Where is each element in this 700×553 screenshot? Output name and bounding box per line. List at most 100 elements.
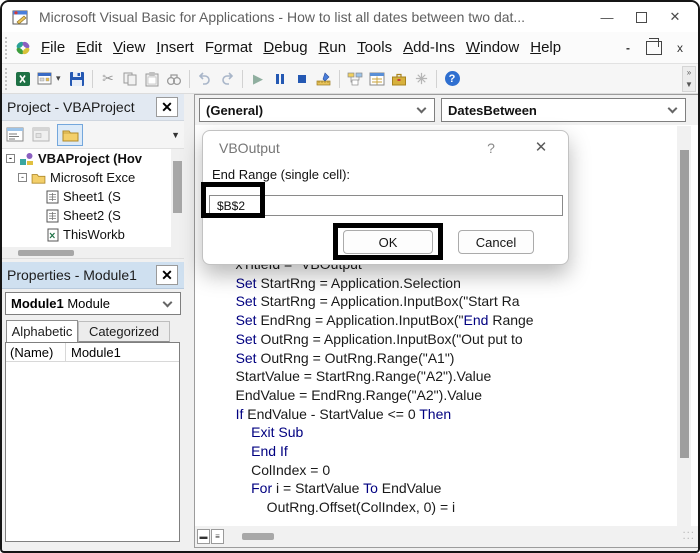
properties-grid: (Name) Module1 [5,342,180,542]
maximize-button[interactable] [624,4,658,30]
cancel-button-label: Cancel [475,234,517,250]
collapse-icon[interactable]: - [18,173,27,182]
tree-item-sheet2[interactable]: Sheet2 (S [2,206,184,225]
object-selector-dropdown[interactable]: Module1 Module [5,292,181,315]
mdi-close-button[interactable]: x [672,41,688,55]
paste-icon[interactable] [142,69,162,89]
tree-item-vbaproject[interactable]: - VBAProject (Hov [2,149,184,168]
toolbar-overflow-button[interactable]: » ▼ [682,66,696,92]
panel-dock-arrow-icon[interactable]: ▼ [171,130,180,140]
help-icon[interactable]: ? [442,69,462,89]
menu-item-window[interactable]: Window [466,37,519,58]
code-line: If EndValue - StartValue <= 0 Then [235,405,452,422]
break-icon[interactable] [270,69,290,89]
vba-app-icon [10,7,30,27]
dialog-close-button[interactable]: ✕ [529,138,553,156]
excel-objects-folder-icon [31,172,46,184]
code-line: End If [251,443,288,460]
tree-item-sheet1[interactable]: Sheet1 (S [2,187,184,206]
code-vertical-scrollbar[interactable] [677,126,691,526]
properties-window-icon[interactable] [367,69,387,89]
project-panel-toolbar: ▼ [2,121,184,149]
toggle-folders-icon[interactable] [57,123,83,146]
project-tree-vertical-scrollbar[interactable] [171,149,184,247]
project-explorer-icon[interactable] [345,69,365,89]
property-row-name[interactable]: (Name) Module1 [6,343,179,362]
menu-item-run[interactable]: Run [319,37,347,58]
view-code-icon[interactable] [5,125,25,145]
cancel-button[interactable]: Cancel [458,230,534,254]
redo-icon[interactable] [217,69,237,89]
menu-item-edit[interactable]: Edit [76,37,102,58]
insert-userform-icon[interactable] [35,69,55,89]
tree-item-thisworkbook[interactable]: ThisWorkb [2,225,184,244]
mdi-restore-button[interactable] [646,37,662,55]
properties-panel-close-button[interactable]: ✕ [156,265,178,285]
dialog-title: VBOutput [219,140,280,156]
menu-item-debug[interactable]: Debug [263,37,307,58]
menu-item-addins[interactable]: Add-Ins [403,37,455,58]
code-horizontal-scrollbar[interactable] [242,533,274,540]
find-icon[interactable] [164,69,184,89]
toolbox-icon[interactable] [389,69,409,89]
annotation-box-ok-button [333,223,443,260]
menu-item-help[interactable]: Help [530,37,561,58]
toolbar-grip-2[interactable] [5,67,8,90]
excel-icon[interactable] [13,69,33,89]
object-name: Module1 [11,296,64,311]
tree-item-label: Microsoft Exce [50,170,136,185]
menu-item-file[interactable]: File [41,37,65,58]
view-object-icon[interactable] [31,125,51,145]
undo-icon[interactable] [195,69,215,89]
menu-item-insert[interactable]: Insert [156,37,194,58]
code-line: Set OutRng = Application.InputBox("Out p… [235,330,523,347]
menu-item-tools[interactable]: Tools [357,37,392,58]
mdi-minimize-button[interactable]: - [620,41,636,55]
tree-item-excel-objects[interactable]: - Microsoft Exce [2,168,184,187]
reset-icon[interactable] [292,69,312,89]
project-panel-close-button[interactable]: ✕ [156,97,178,117]
code-line: Exit Sub [251,424,304,441]
run-icon[interactable]: ▶ [248,69,268,89]
code-line: OutRng.Offset(ColIndex, 0) = i [220,499,456,516]
procedure-dropdown-value: DatesBetween [448,102,537,118]
dialog-help-button[interactable]: ? [481,140,501,156]
code-line: Set OutRng = OutRng.Range("A1") [235,349,455,366]
copy-icon[interactable] [120,69,140,89]
toolbar-grip[interactable] [5,36,8,59]
code-line: Set StartRng = Application.Selection [235,274,461,291]
code-line: StartValue = StartRng.Range("A2").Value [220,368,492,385]
chevron-down-icon [162,297,173,307]
project-tree-horizontal-scrollbar[interactable] [2,247,184,259]
vba-editor-window: Microsoft Visual Basic for Applications … [0,0,700,553]
tab-label: Alphabetic [11,324,73,339]
minimize-button[interactable]: — [590,4,624,30]
title-bar: Microsoft Visual Basic for Applications … [2,2,698,32]
mdi-window-controls: - x [620,37,698,55]
tab-alphabetic[interactable]: Alphabetic [6,320,78,342]
project-panel-header: Project - VBAProject ✕ [2,94,184,121]
menu-item-format[interactable]: Format [205,37,253,58]
tree-item-label: Sheet1 (S [63,189,121,204]
tab-categorized[interactable]: Categorized [78,321,170,342]
object-browser-icon[interactable] [411,69,431,89]
resize-grip-icon[interactable]: ⁚⁚⁚ [682,531,695,542]
annotation-box-input-value [201,182,265,218]
procedure-view-button[interactable]: ≡ [211,529,224,544]
full-module-view-button[interactable]: ▬ [197,529,210,544]
dropdown-arrow-icon[interactable]: ▾ [56,73,66,84]
vba-project-icon [19,152,34,166]
cut-icon[interactable]: ✂ [98,69,118,89]
procedure-dropdown[interactable]: DatesBetween [441,98,686,122]
object-dropdown[interactable]: (General) [199,98,435,122]
collapse-icon[interactable]: - [6,154,15,163]
window-title: Microsoft Visual Basic for Applications … [39,9,526,25]
dialog-prompt-label: End Range (single cell): [212,167,351,182]
property-value-cell[interactable]: Module1 [66,345,121,360]
chevron-down-icon [416,103,427,114]
menu-item-view[interactable]: View [113,37,145,58]
save-icon[interactable] [67,69,87,89]
design-mode-icon[interactable] [314,69,334,89]
close-button[interactable]: ✕ [658,4,692,30]
menu-bar: File Edit View Insert Format Debug Run Tools Add… [2,32,698,64]
